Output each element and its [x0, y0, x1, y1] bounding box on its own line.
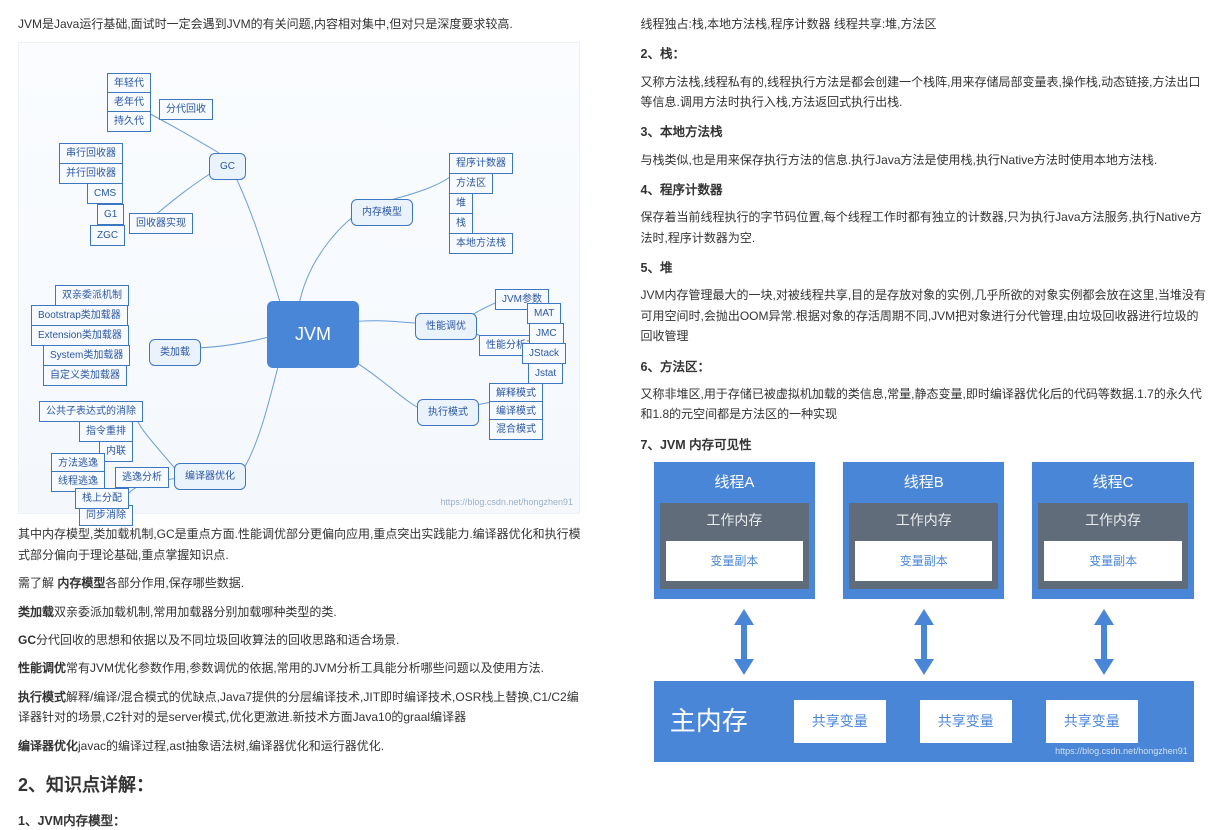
thread-c-varcopy: 变量副本	[1044, 541, 1181, 581]
node-gc-serial: 串行回收器	[59, 143, 123, 164]
workmem-label: 工作内存	[855, 509, 992, 533]
para-stack: 又称方法栈,线程私有的,线程执行方法是都会创建一个栈阵,用来存储局部变量表,操作…	[641, 72, 1208, 113]
shared-var-2: 共享变量	[920, 700, 1012, 744]
line-gc: GC分代回收的思想和依据以及不同垃圾回收算法的回收思路和适合场景.	[18, 630, 585, 650]
node-gc-zgc: ZGC	[90, 225, 125, 246]
heading-jvm-mem-model: 1、JVM内存模型：	[18, 811, 585, 830]
node-opt-escape-stackalloc: 栈上分配	[75, 488, 129, 509]
node-exec-mixed: 混合模式	[489, 419, 543, 440]
heading-mem-visibility: 7、JVM 内存可见性	[641, 435, 1208, 456]
left-column: JVM是Java运行基础,面试时一定会遇到JVM的有关问题,内容相对集中,但对只…	[0, 0, 613, 830]
node-mem-stack: 栈	[449, 213, 473, 234]
para-native-stack: 与栈类似,也是用来保存执行方法的信息.执行Java方法是使用栈,执行Native…	[641, 150, 1208, 170]
line-thread-share: 线程独占:栈,本地方法栈,程序计数器 线程共享:堆,方法区	[641, 14, 1208, 34]
shared-var-1: 共享变量	[794, 700, 886, 744]
heading-native-stack: 3、本地方法栈	[641, 122, 1208, 143]
hub-jvm: JVM	[267, 301, 359, 368]
node-gc-split: 分代回收	[159, 99, 213, 120]
node-perf-mat: MAT	[527, 303, 561, 324]
node-gen-old: 老年代	[107, 92, 151, 113]
para-overview: 其中内存模型,类加载机制,GC是重点方面.性能调优部分更偏向应用,重点突出实践能…	[18, 524, 585, 565]
node-gen-young: 年轻代	[107, 73, 151, 94]
node-load: 类加载	[149, 339, 201, 366]
shared-var-3: 共享变量	[1046, 700, 1138, 744]
node-perf-jstack: JStack	[522, 343, 566, 364]
main-memory-label: 主内存	[670, 699, 748, 743]
thread-c: 线程C 工作内存 变量副本	[1032, 462, 1193, 600]
para-heap: JVM内存管理最大的一块,对被线程共享,目的是存放对象的实例,几乎所欲的对象实例…	[641, 285, 1208, 346]
thread-c-workmem: 工作内存 变量副本	[1038, 503, 1187, 589]
node-perf-jmc: JMC	[529, 323, 564, 344]
thread-c-label: 线程C	[1038, 470, 1187, 496]
line-exec: 执行模式解释/编译/混合模式的优缺点,Java7提供的分层编译技术,JIT即时编…	[18, 687, 585, 728]
arrow-icon	[729, 609, 759, 675]
node-gc-impl-label: 回收器实现	[129, 213, 193, 234]
node-gc-cms: CMS	[87, 183, 123, 204]
thread-b-label: 线程B	[849, 470, 998, 496]
line-opt: 编译器优化javac的编译过程,ast抽象语法树,编译器优化和运行器优化.	[18, 736, 585, 756]
line-perf: 性能调优常有JVM优化参数作用,参数调优的依据,常用的JVM分析工具能分析哪些问…	[18, 658, 585, 678]
arrow-icon	[1089, 609, 1119, 675]
node-perf: 性能调优	[415, 313, 477, 340]
main-memory: 主内存 共享变量 共享变量 共享变量 https://blog.csdn.net…	[654, 681, 1194, 761]
node-gen-perm: 持久代	[107, 111, 151, 132]
thread-a: 线程A 工作内存 变量副本	[654, 462, 815, 600]
para-pc: 保存着当前线程执行的字节码位置,每个线程工作时都有独立的计数器,只为执行Java…	[641, 207, 1208, 248]
node-gc: GC	[209, 153, 246, 180]
line-load: 类加载双亲委派加载机制,常用加载器分别加载哪种类型的类.	[18, 602, 585, 622]
right-column: 线程独占:栈,本地方法栈,程序计数器 线程共享:堆,方法区 2、栈： 又称方法栈…	[613, 0, 1225, 830]
workmem-label: 工作内存	[666, 509, 803, 533]
node-load-custom: 自定义类加载器	[43, 365, 127, 386]
thread-a-label: 线程A	[660, 470, 809, 496]
arrows-row	[654, 609, 1194, 675]
para-method-area: 又称非堆区,用于存储已被虚拟机加载的类信息,常量,静态变量,即时编译器优化后的代…	[641, 384, 1208, 425]
heading-knowledge: 2、知识点详解：	[18, 770, 585, 801]
page: JVM是Java运行基础,面试时一定会遇到JVM的有关问题,内容相对集中,但对只…	[0, 0, 1225, 830]
heading-stack: 2、栈：	[641, 44, 1208, 65]
thread-a-varcopy: 变量副本	[666, 541, 803, 581]
node-mem-pc: 程序计数器	[449, 153, 513, 174]
heading-heap: 5、堆	[641, 258, 1208, 279]
mv-watermark: https://blog.csdn.net/hongzhen91	[1055, 744, 1188, 759]
node-opt-reorder: 指令重排	[79, 421, 133, 442]
node-mem-heap: 堆	[449, 193, 473, 214]
mem-visibility-diagram: 线程A 工作内存 变量副本 线程B 工作内存 变量副本 线程C	[654, 462, 1194, 762]
thread-b: 线程B 工作内存 变量副本	[843, 462, 1004, 600]
node-load-parents: 双亲委派机制	[55, 285, 129, 306]
mindmap-watermark: https://blog.csdn.net/hongzhen91	[440, 495, 573, 510]
heading-method-area: 6、方法区：	[641, 357, 1208, 378]
node-opt-escape-label: 逃逸分析	[115, 467, 169, 488]
node-load-sys: System类加载器	[43, 345, 130, 366]
node-load-boot: Bootstrap类加载器	[31, 305, 128, 326]
node-opt: 编译器优化	[174, 463, 246, 490]
node-opt-cse: 公共子表达式的消除	[39, 401, 143, 422]
node-exec: 执行模式	[417, 399, 479, 426]
node-mem: 内存模型	[351, 199, 413, 226]
node-mem-native: 本地方法栈	[449, 233, 513, 254]
node-gc-g1: G1	[97, 204, 124, 225]
node-gc-parallel: 并行回收器	[59, 163, 123, 184]
node-perf-jstat: Jstat	[528, 363, 563, 384]
thread-b-workmem: 工作内存 变量副本	[849, 503, 998, 589]
arrow-icon	[909, 609, 939, 675]
thread-b-varcopy: 变量副本	[855, 541, 992, 581]
heading-pc: 4、程序计数器	[641, 180, 1208, 201]
node-mem-method: 方法区	[449, 173, 493, 194]
thread-a-workmem: 工作内存 变量副本	[660, 503, 809, 589]
line-mem: 需了解 内存模型各部分作用,保存哪些数据.	[18, 573, 585, 593]
node-load-ext: Extension类加载器	[31, 325, 129, 346]
jvm-mindmap: JVM GC 分代回收 年轻代 老年代 持久代 回收器实现 串行回收器 并行回收…	[18, 42, 580, 514]
workmem-label: 工作内存	[1044, 509, 1181, 533]
intro-paragraph: JVM是Java运行基础,面试时一定会遇到JVM的有关问题,内容相对集中,但对只…	[18, 14, 585, 34]
